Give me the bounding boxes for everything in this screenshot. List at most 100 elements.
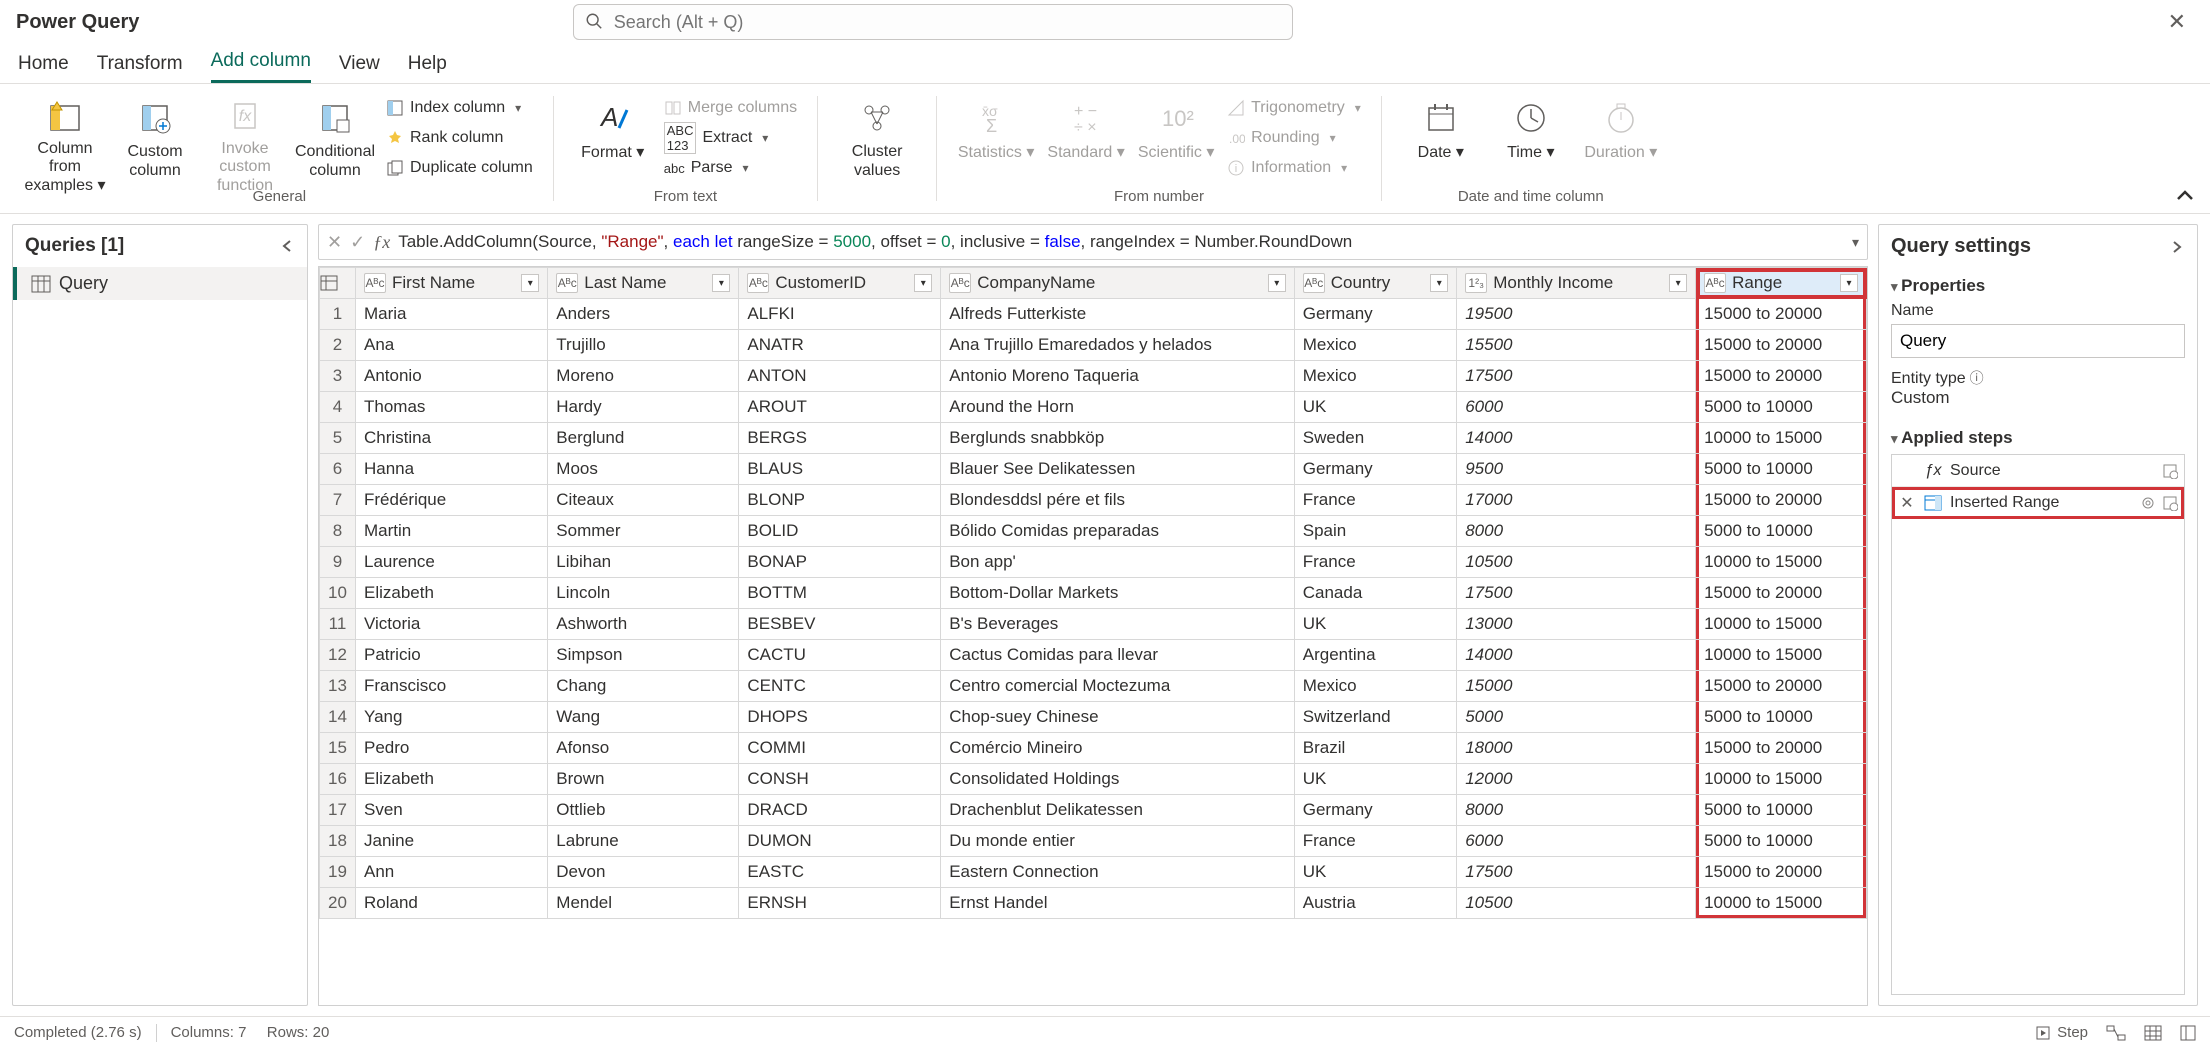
cell[interactable]: 15000 to 20000 xyxy=(1696,485,1867,516)
cell[interactable]: 15000 to 20000 xyxy=(1696,299,1867,330)
cell[interactable]: Ottlieb xyxy=(548,795,739,826)
diagram-view-icon[interactable] xyxy=(2106,1025,2126,1041)
cell[interactable]: 15000 to 20000 xyxy=(1696,671,1867,702)
type-icon[interactable]: Aᴮc xyxy=(1303,273,1325,293)
cell[interactable]: Switzerland xyxy=(1294,702,1456,733)
row-number[interactable]: 14 xyxy=(320,702,356,733)
parse-button[interactable]: abcParse xyxy=(658,154,803,182)
cell[interactable]: France xyxy=(1294,547,1456,578)
cell[interactable]: Brown xyxy=(548,764,739,795)
cell[interactable]: 6000 xyxy=(1457,826,1696,857)
cell[interactable]: UK xyxy=(1294,764,1456,795)
cell[interactable]: 15000 to 20000 xyxy=(1696,733,1867,764)
cell[interactable]: Elizabeth xyxy=(356,764,548,795)
cell[interactable]: 15000 to 20000 xyxy=(1696,361,1867,392)
column-header[interactable]: AᴮcRange▾ xyxy=(1696,268,1867,299)
type-icon[interactable]: Aᴮc xyxy=(949,273,971,293)
column-header[interactable]: AᴮcCompanyName▾ xyxy=(941,268,1295,299)
cell[interactable]: Roland xyxy=(356,888,548,919)
cell[interactable]: Anders xyxy=(548,299,739,330)
accept-formula-icon[interactable]: ✓ xyxy=(350,232,365,253)
delete-step-icon[interactable]: ✕ xyxy=(1898,493,1916,513)
column-from-examples-button[interactable]: Column from examples ▾ xyxy=(20,92,110,184)
cell[interactable]: 13000 xyxy=(1457,609,1696,640)
filter-icon[interactable]: ▾ xyxy=(1840,274,1858,292)
cell[interactable]: ANATR xyxy=(739,330,941,361)
row-number[interactable]: 16 xyxy=(320,764,356,795)
cell[interactable]: Drachenblut Delikatessen xyxy=(941,795,1295,826)
cell[interactable]: Martin xyxy=(356,516,548,547)
cell[interactable]: Wang xyxy=(548,702,739,733)
cell[interactable]: Austria xyxy=(1294,888,1456,919)
cell[interactable]: Cactus Comidas para llevar xyxy=(941,640,1295,671)
row-number[interactable]: 2 xyxy=(320,330,356,361)
row-number[interactable]: 12 xyxy=(320,640,356,671)
cell[interactable]: Sven xyxy=(356,795,548,826)
column-header[interactable]: 1²₃Monthly Income▾ xyxy=(1457,268,1696,299)
tab-home[interactable]: Home xyxy=(18,53,69,83)
type-icon[interactable]: Aᴮc xyxy=(1704,273,1726,293)
type-icon[interactable]: Aᴮc xyxy=(747,273,769,293)
grid-corner[interactable] xyxy=(320,268,356,299)
cell[interactable]: BESBEV xyxy=(739,609,941,640)
cell[interactable]: Comércio Mineiro xyxy=(941,733,1295,764)
cluster-values-button[interactable]: Cluster values xyxy=(832,92,922,184)
filter-icon[interactable]: ▾ xyxy=(1268,274,1286,292)
query-name-input[interactable] xyxy=(1891,324,2185,358)
cell[interactable]: Sweden xyxy=(1294,423,1456,454)
cell[interactable]: Janine xyxy=(356,826,548,857)
row-number[interactable]: 8 xyxy=(320,516,356,547)
cell[interactable]: BONAP xyxy=(739,547,941,578)
data-grid[interactable]: AᴮcFirst Name▾AᴮcLast Name▾AᴮcCustomerID… xyxy=(318,266,1868,1006)
cell[interactable]: Christina xyxy=(356,423,548,454)
cell[interactable]: CENTC xyxy=(739,671,941,702)
index-column-button[interactable]: Index column xyxy=(380,94,539,122)
close-button[interactable]: ✕ xyxy=(2160,5,2194,39)
cell[interactable]: Chang xyxy=(548,671,739,702)
cell[interactable]: BOTTM xyxy=(739,578,941,609)
cell[interactable]: 5000 to 10000 xyxy=(1696,454,1867,485)
cell[interactable]: ANTON xyxy=(739,361,941,392)
cell[interactable]: Yang xyxy=(356,702,548,733)
cell[interactable]: 15000 to 20000 xyxy=(1696,857,1867,888)
cell[interactable]: 15000 to 20000 xyxy=(1696,578,1867,609)
step-action-icon[interactable] xyxy=(2162,495,2178,511)
duplicate-column-button[interactable]: Duplicate column xyxy=(380,154,539,182)
cell[interactable]: Bon app' xyxy=(941,547,1295,578)
cell[interactable]: Mexico xyxy=(1294,330,1456,361)
cell[interactable]: 5000 to 10000 xyxy=(1696,826,1867,857)
cell[interactable]: 10500 xyxy=(1457,888,1696,919)
cell[interactable]: 5000 to 10000 xyxy=(1696,795,1867,826)
cell[interactable]: Moreno xyxy=(548,361,739,392)
column-header[interactable]: AᴮcCountry▾ xyxy=(1294,268,1456,299)
cell[interactable]: DUMON xyxy=(739,826,941,857)
cell[interactable]: Frédérique xyxy=(356,485,548,516)
row-number[interactable]: 13 xyxy=(320,671,356,702)
filter-icon[interactable]: ▾ xyxy=(521,274,539,292)
cell[interactable]: Berglund xyxy=(548,423,739,454)
row-number[interactable]: 19 xyxy=(320,857,356,888)
cell[interactable]: 5000 to 10000 xyxy=(1696,516,1867,547)
cell[interactable]: 10000 to 15000 xyxy=(1696,609,1867,640)
cell[interactable]: CACTU xyxy=(739,640,941,671)
cell[interactable]: UK xyxy=(1294,392,1456,423)
conditional-column-button[interactable]: Conditional column xyxy=(290,92,380,184)
cell[interactable]: Ana xyxy=(356,330,548,361)
cell[interactable]: 10500 xyxy=(1457,547,1696,578)
format-button[interactable]: A Format ▾ xyxy=(568,92,658,184)
cell[interactable]: Eastern Connection xyxy=(941,857,1295,888)
cell[interactable]: 15000 xyxy=(1457,671,1696,702)
date-button[interactable]: Date ▾ xyxy=(1396,92,1486,184)
cell[interactable]: 17500 xyxy=(1457,578,1696,609)
cell[interactable]: EASTC xyxy=(739,857,941,888)
cell[interactable]: 10000 to 15000 xyxy=(1696,547,1867,578)
cell[interactable]: 5000 to 10000 xyxy=(1696,392,1867,423)
cell[interactable]: 19500 xyxy=(1457,299,1696,330)
cell[interactable]: 10000 to 15000 xyxy=(1696,640,1867,671)
cell[interactable]: Victoria xyxy=(356,609,548,640)
cell[interactable]: Bólido Comidas preparadas xyxy=(941,516,1295,547)
cell[interactable]: Ashworth xyxy=(548,609,739,640)
cell[interactable]: Patricio xyxy=(356,640,548,671)
cell[interactable]: Du monde entier xyxy=(941,826,1295,857)
row-number[interactable]: 10 xyxy=(320,578,356,609)
